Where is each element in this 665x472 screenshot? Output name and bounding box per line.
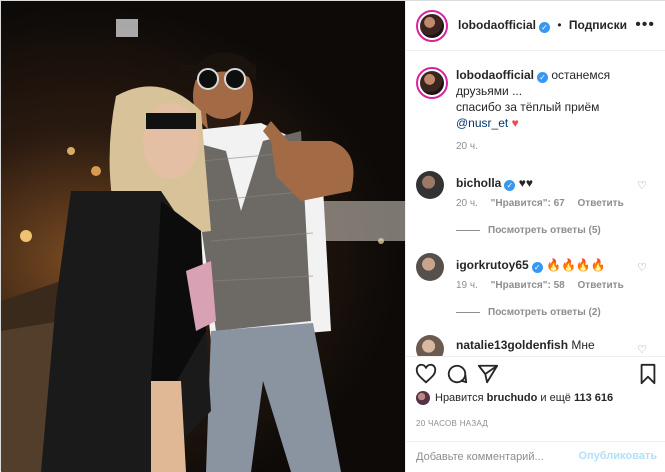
comment-body: natalie13goldenfish Мне bbox=[456, 337, 641, 353]
comment-avatar[interactable] bbox=[416, 171, 444, 199]
heart-icon[interactable] bbox=[415, 363, 437, 388]
caption-avatar[interactable] bbox=[416, 67, 448, 99]
comment-username[interactable]: bicholla bbox=[456, 176, 501, 190]
author-username[interactable]: lobodaofficial bbox=[458, 18, 536, 32]
caption-line2: друзьями ... bbox=[456, 84, 523, 98]
share-icon[interactable] bbox=[477, 363, 499, 388]
comment-input[interactable] bbox=[416, 448, 576, 466]
view-replies[interactable]: Посмотреть ответы (2) bbox=[456, 307, 601, 318]
post-photo[interactable] bbox=[1, 1, 405, 472]
publish-button[interactable]: Опубликовать bbox=[578, 450, 657, 462]
comment-likes[interactable]: "Нравится": 58 bbox=[491, 280, 565, 291]
verified-icon: ✓ bbox=[504, 180, 516, 191]
caption-time[interactable]: 20 ч. bbox=[456, 141, 478, 152]
action-bar bbox=[406, 356, 665, 388]
post-timestamp[interactable]: 20 ЧАСОВ НАЗАД bbox=[416, 419, 488, 428]
comment-icon[interactable] bbox=[446, 363, 468, 388]
red-heart-emoji: ♥ bbox=[511, 116, 519, 130]
bookmark-icon[interactable] bbox=[638, 363, 658, 388]
verified-icon: ✓ bbox=[539, 22, 550, 33]
author-avatar[interactable] bbox=[416, 9, 448, 42]
caption-username[interactable]: lobodaofficial bbox=[456, 68, 534, 82]
view-replies-label[interactable]: Посмотреть ответы (5) bbox=[488, 225, 601, 236]
view-replies-label[interactable]: Посмотреть ответы (2) bbox=[488, 307, 601, 318]
caption-line3: спасибо за тёплый приём bbox=[456, 100, 600, 114]
comments-list[interactable]: lobodaofficial ✓ останемся друзьями ... с… bbox=[406, 51, 665, 356]
photo-illustration bbox=[1, 19, 405, 472]
verified-icon: ✓ bbox=[531, 262, 543, 273]
comment-username[interactable]: natalie13goldenfish bbox=[456, 338, 568, 352]
separator-dot: • bbox=[557, 18, 562, 32]
comment-text: Мне bbox=[571, 338, 595, 352]
post-header: lobodaofficial ✓ • Подписки ••• bbox=[406, 1, 665, 51]
comment-avatar[interactable] bbox=[416, 253, 444, 281]
liker-avatar[interactable] bbox=[416, 391, 430, 405]
replies-line bbox=[456, 311, 480, 313]
comment-like-icon[interactable]: ♡ bbox=[637, 343, 647, 356]
comment-likes[interactable]: "Нравится": 67 bbox=[491, 198, 565, 209]
reply-button[interactable]: Ответить bbox=[578, 198, 624, 209]
comment-text: 🔥🔥🔥🔥 bbox=[546, 258, 606, 272]
replies-line bbox=[456, 229, 480, 231]
likes-count[interactable]: 113 616 bbox=[574, 392, 613, 404]
comment-body: bicholla ✓ ♥♥ bbox=[456, 175, 641, 191]
comment-body: igorkrutoy65 ✓ 🔥🔥🔥🔥 bbox=[456, 257, 641, 273]
caption-text: lobodaofficial ✓ останемся друзьями ... с… bbox=[456, 67, 641, 131]
post-modal: lobodaofficial ✓ • Подписки ••• lobodaoff… bbox=[0, 0, 665, 472]
liker-username[interactable]: bruchudo bbox=[487, 392, 538, 404]
author-line: lobodaofficial ✓ • Подписки bbox=[458, 18, 627, 33]
comment-meta: 19 ч. "Нравится": 58 Ответить bbox=[456, 280, 634, 291]
verified-icon: ✓ bbox=[537, 72, 548, 83]
comment-form: Опубликовать bbox=[406, 441, 665, 472]
likes-line: Нравится bruchudo и ещё 113 616 bbox=[416, 391, 613, 405]
mention-link[interactable]: @nusr_et bbox=[456, 116, 508, 130]
following-button[interactable]: Подписки bbox=[569, 18, 627, 32]
comment-avatar[interactable] bbox=[416, 335, 444, 356]
more-icon[interactable]: ••• bbox=[635, 16, 655, 34]
comment-time[interactable]: 20 ч. bbox=[456, 198, 478, 209]
caption-line1: останемся bbox=[551, 68, 611, 82]
comment-text: ♥♥ bbox=[518, 176, 533, 190]
likes-prefix: Нравится bbox=[435, 392, 484, 404]
comment-time[interactable]: 19 ч. bbox=[456, 280, 478, 291]
comment-username[interactable]: igorkrutoy65 bbox=[456, 258, 529, 272]
comment-like-icon[interactable]: ♡ bbox=[637, 179, 647, 192]
caption-meta: 20 ч. bbox=[456, 141, 488, 152]
likes-middle: и ещё bbox=[540, 392, 571, 404]
post-side-panel: lobodaofficial ✓ • Подписки ••• lobodaoff… bbox=[405, 1, 665, 472]
view-replies[interactable]: Посмотреть ответы (5) bbox=[456, 225, 601, 236]
reply-button[interactable]: Ответить bbox=[578, 280, 624, 291]
comment-like-icon[interactable]: ♡ bbox=[637, 261, 647, 274]
comment-meta: 20 ч. "Нравится": 67 Ответить bbox=[456, 198, 634, 209]
